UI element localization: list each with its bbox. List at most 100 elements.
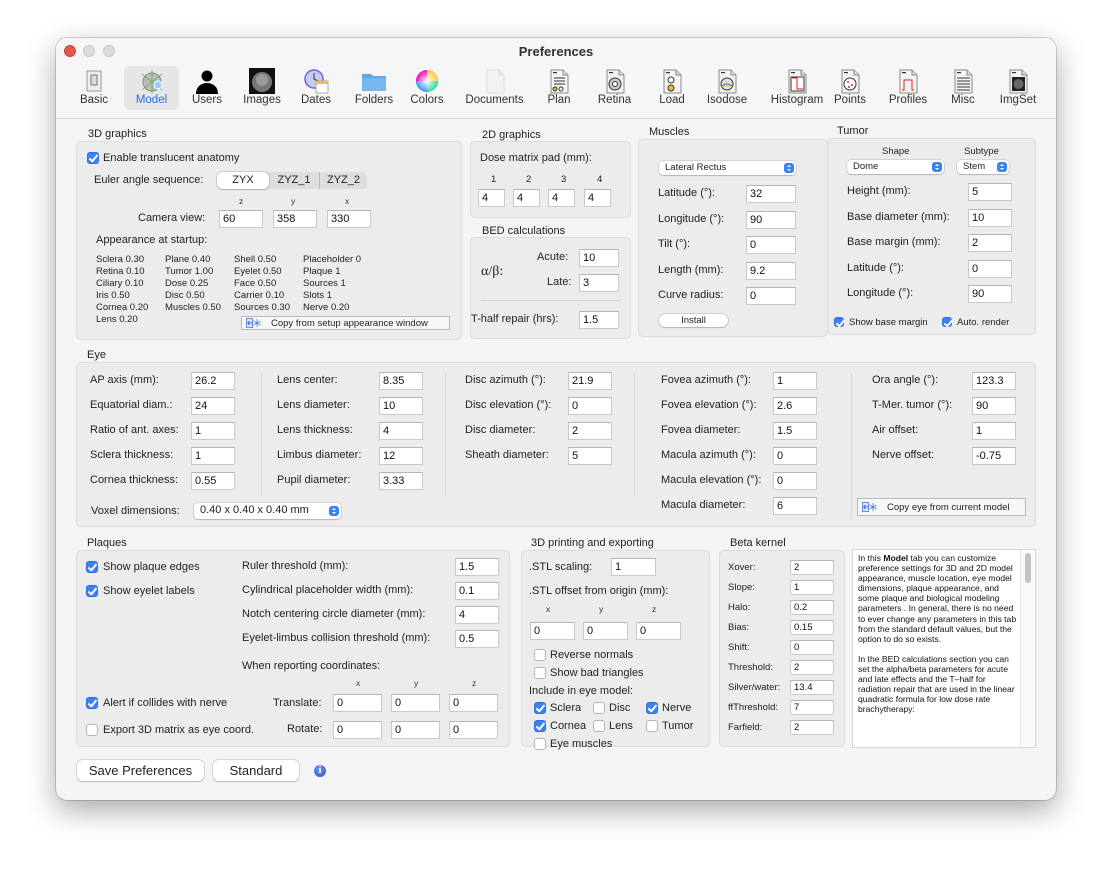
bad-triangles-checkbox[interactable]	[534, 667, 546, 679]
muscle-field-input[interactable]	[746, 236, 796, 254]
toolbar-tab-folders[interactable]: Folders	[349, 66, 399, 110]
stl-offset-x-input[interactable]	[530, 622, 575, 640]
toolbar-tab-misc[interactable]: Misc	[943, 66, 983, 110]
eye-field-input[interactable]	[972, 422, 1016, 440]
stl-offset-z-input[interactable]	[636, 622, 681, 640]
eye-field-input[interactable]	[191, 372, 235, 390]
eye-field-input[interactable]	[191, 397, 235, 415]
plaque-field-input[interactable]	[455, 606, 499, 624]
translate-x-input[interactable]	[333, 694, 382, 712]
plaque-field-input[interactable]	[455, 582, 499, 600]
plaque-field-input[interactable]	[455, 558, 499, 576]
toolbar-tab-images[interactable]: Images	[240, 66, 284, 110]
eye-field-input[interactable]	[972, 397, 1016, 415]
reverse-normals-checkbox[interactable]	[534, 649, 546, 661]
save-preferences-button[interactable]: Save Preferences	[77, 760, 204, 781]
export-matrix-checkbox[interactable]	[86, 724, 98, 736]
toolbar-tab-documents[interactable]: Documents	[458, 66, 531, 110]
toolbar-tab-imgset[interactable]: ImgSet	[992, 66, 1044, 110]
help-scroll-thumb[interactable]	[1025, 553, 1031, 583]
eye-field-input[interactable]	[568, 397, 612, 415]
eye-field-input[interactable]	[773, 447, 817, 465]
beta-field-input[interactable]	[790, 640, 834, 655]
include-sclera-checkbox[interactable]	[534, 702, 546, 714]
translate-z-input[interactable]	[449, 694, 498, 712]
toolbar-tab-points[interactable]: Points	[826, 66, 874, 110]
rotate-x-input[interactable]	[333, 721, 382, 739]
include-disc-checkbox[interactable]	[593, 702, 605, 714]
eye-field-input[interactable]	[773, 422, 817, 440]
auto-render-checkbox[interactable]	[942, 317, 952, 327]
toolbar-tab-model[interactable]: Model	[124, 66, 179, 110]
tumor-field-input[interactable]	[968, 285, 1012, 303]
euler-option-zyz1[interactable]: ZYZ_1	[269, 172, 319, 189]
beta-field-input[interactable]	[790, 700, 834, 715]
tumor-field-input[interactable]	[968, 234, 1012, 252]
eye-field-input[interactable]	[568, 372, 612, 390]
help-text-box[interactable]: In this Model tab you can customize pref…	[852, 549, 1036, 748]
toolbar-tab-dates[interactable]: Dates	[299, 66, 333, 110]
eye-field-input[interactable]	[972, 447, 1016, 465]
eye-field-input[interactable]	[379, 397, 423, 415]
rotate-y-input[interactable]	[391, 721, 440, 739]
stl-scaling-input[interactable]	[611, 558, 656, 576]
help-scrollbar[interactable]	[1020, 550, 1035, 747]
muscle-select[interactable]: Lateral Rectus	[659, 161, 796, 175]
acute-input[interactable]	[579, 249, 619, 267]
muscle-field-input[interactable]	[746, 261, 796, 280]
eye-field-input[interactable]	[972, 372, 1016, 390]
dose-pad-input-3[interactable]	[548, 189, 575, 207]
toolbar-tab-isodose[interactable]: Isodose	[700, 66, 754, 110]
copy-eye-button[interactable]: Copy eye from current model	[857, 498, 1026, 516]
eye-field-input[interactable]	[191, 422, 235, 440]
euler-option-zyz2[interactable]: ZYZ_2	[319, 172, 367, 189]
beta-field-input[interactable]	[790, 620, 834, 635]
shape-select[interactable]: Dome	[847, 160, 944, 174]
install-button[interactable]: Install	[659, 314, 728, 327]
tumor-field-input[interactable]	[968, 208, 1012, 227]
toolbar-tab-histogram[interactable]: Histogram	[758, 66, 836, 110]
eye-field-input[interactable]	[379, 372, 423, 390]
toolbar-tab-basic[interactable]: Basic	[78, 66, 110, 110]
toolbar-tab-profiles[interactable]: Profiles	[881, 66, 935, 110]
dose-pad-input-1[interactable]	[478, 189, 505, 207]
muscle-field-input[interactable]	[746, 210, 796, 229]
alert-nerve-checkbox[interactable]	[86, 697, 98, 709]
eye-field-input[interactable]	[568, 422, 612, 440]
include-lens-checkbox[interactable]	[593, 720, 605, 732]
eye-field-input[interactable]	[379, 422, 423, 440]
plaque-field-input[interactable]	[455, 630, 499, 648]
include-tumor-checkbox[interactable]	[646, 720, 658, 732]
beta-field-input[interactable]	[790, 600, 834, 615]
muscle-field-input[interactable]	[746, 287, 796, 305]
subtype-select[interactable]: Stem	[957, 160, 1009, 174]
beta-field-input[interactable]	[790, 720, 834, 735]
toolbar-tab-colors[interactable]: Colors	[404, 66, 450, 110]
eye-field-input[interactable]	[773, 397, 817, 415]
beta-field-input[interactable]	[790, 660, 834, 675]
eye-field-input[interactable]	[773, 472, 817, 490]
beta-field-input[interactable]	[790, 580, 834, 595]
beta-field-input[interactable]	[790, 560, 834, 575]
rotate-z-input[interactable]	[449, 721, 498, 739]
toolbar-tab-load[interactable]: Load	[649, 66, 695, 110]
muscle-field-input[interactable]	[746, 185, 796, 203]
eye-field-input[interactable]	[773, 497, 817, 515]
show-plaque-edges-checkbox[interactable]	[86, 561, 98, 573]
standard-button[interactable]: Standard	[213, 760, 299, 781]
eye-field-input[interactable]	[379, 447, 423, 465]
eye-field-input[interactable]	[191, 472, 235, 490]
copy-appearance-button[interactable]: Copy from setup appearance window	[241, 316, 450, 330]
camera-z-input[interactable]	[219, 210, 263, 228]
include-nerve-checkbox[interactable]	[646, 702, 658, 714]
eye-field-input[interactable]	[379, 472, 423, 490]
euler-option-zyx[interactable]: ZYX	[217, 172, 269, 189]
include-cornea-checkbox[interactable]	[534, 720, 546, 732]
toolbar-tab-retina[interactable]: Retina	[591, 66, 638, 110]
voxel-select[interactable]: 0.40 x 0.40 x 0.40 mm	[194, 503, 341, 519]
include-eye-muscles-checkbox[interactable]	[534, 738, 546, 750]
eye-field-input[interactable]	[568, 447, 612, 465]
show-eyelet-labels-checkbox[interactable]	[86, 585, 98, 597]
translucent-anatomy-checkbox[interactable]	[87, 152, 99, 164]
toolbar-tab-plan[interactable]: Plan	[539, 66, 579, 110]
